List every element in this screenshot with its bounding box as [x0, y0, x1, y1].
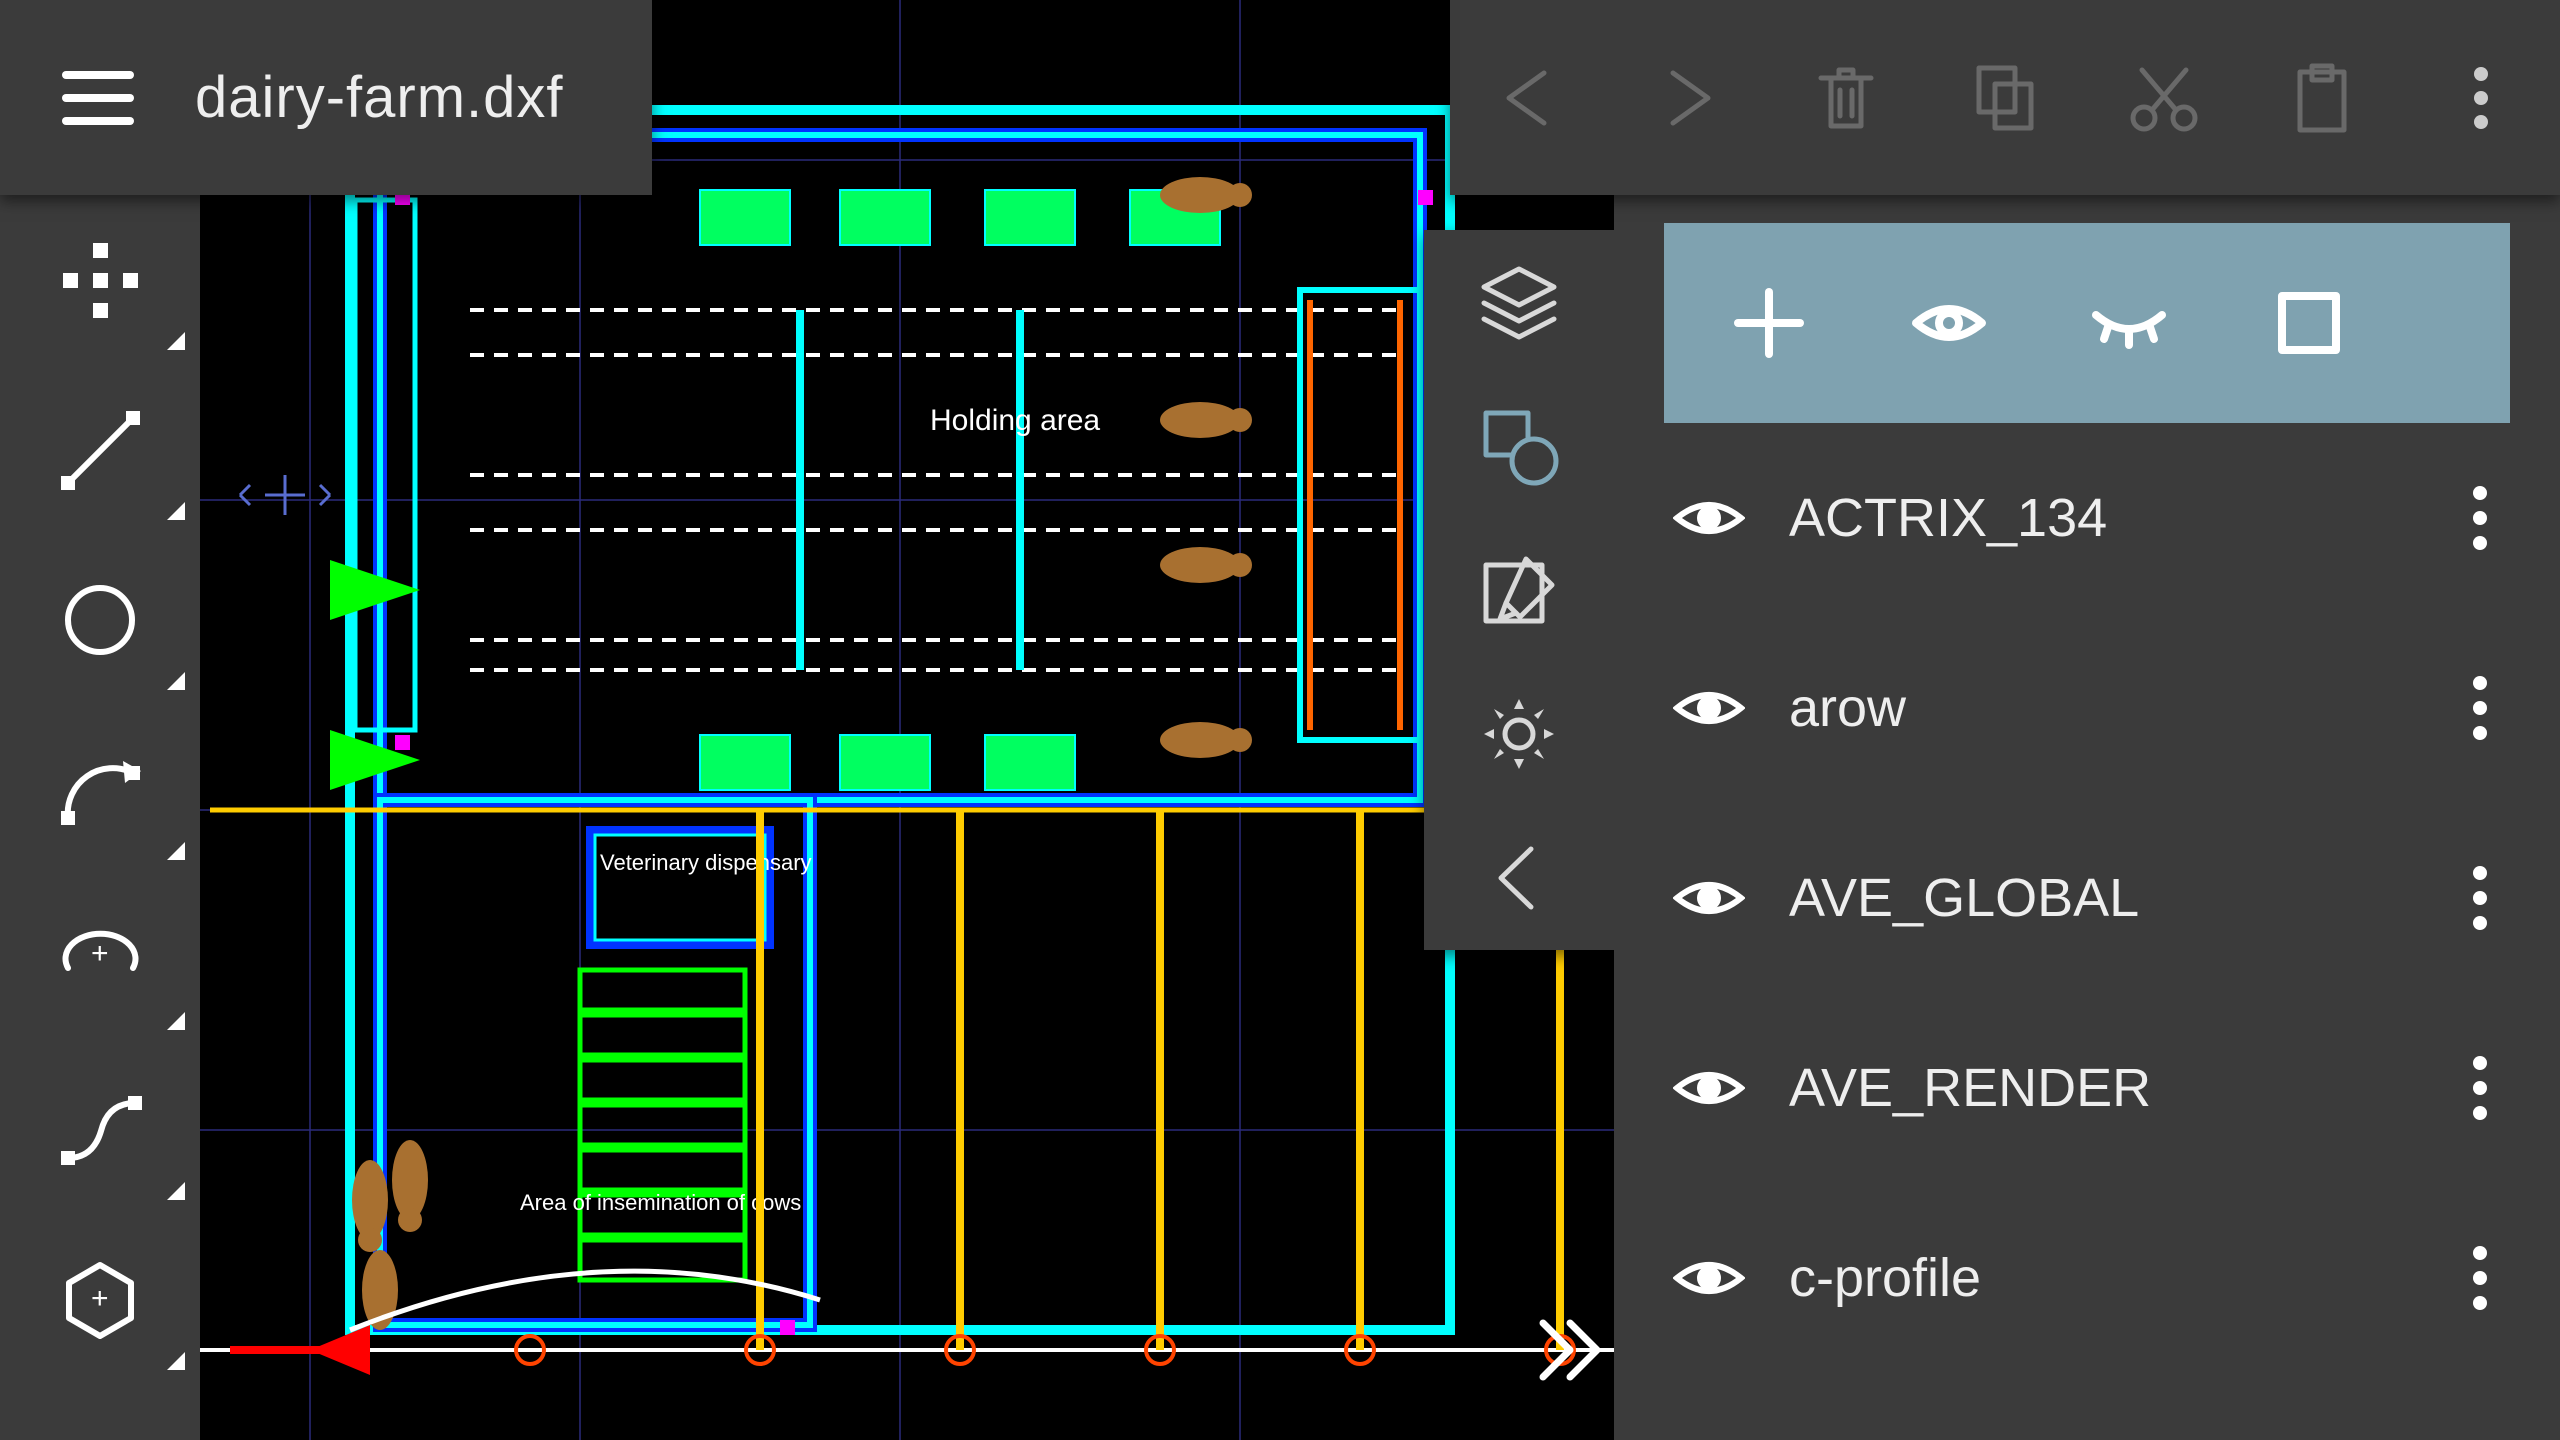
line-icon — [53, 403, 148, 498]
layer-name: AVE_RENDER — [1759, 1057, 2445, 1119]
settings-panel-button[interactable] — [1459, 674, 1579, 794]
collapse-panel-button[interactable] — [1459, 818, 1579, 938]
overflow-button[interactable] — [2416, 33, 2546, 163]
paste-button[interactable] — [2257, 33, 2387, 163]
copy-icon — [1965, 58, 2045, 138]
delete-button[interactable] — [1781, 33, 1911, 163]
undo-button[interactable] — [1464, 33, 1594, 163]
layer-visibility-toggle[interactable] — [1659, 1254, 1759, 1302]
building-walls — [330, 110, 1450, 1330]
select-layer-button[interactable] — [2254, 268, 2364, 378]
line-tool[interactable] — [0, 365, 200, 535]
layers-panel: ACTRIX_134 arow AVE_GLOBAL — [1614, 195, 2560, 1440]
hexagon-icon: + — [53, 1253, 148, 1348]
eye-closed-icon — [2090, 284, 2168, 362]
show-all-button[interactable] — [1894, 268, 2004, 378]
layer-visibility-toggle[interactable] — [1659, 874, 1759, 922]
square-icon — [2270, 284, 2348, 362]
layer-row[interactable]: c-profile — [1614, 1183, 2560, 1373]
edit-panel-button[interactable] — [1459, 530, 1579, 650]
layer-visibility-toggle[interactable] — [1659, 684, 1759, 732]
layer-options-button[interactable] — [2445, 863, 2515, 933]
arc-tool[interactable] — [0, 705, 200, 875]
circle-icon — [53, 573, 148, 668]
layers-panel-button[interactable] — [1459, 242, 1579, 362]
top-toolbar — [1450, 0, 2560, 195]
baseline — [200, 810, 1620, 1375]
eye-open-icon — [1673, 494, 1745, 542]
arrow-right-icon — [1648, 58, 1728, 138]
layer-options-button[interactable] — [2445, 1053, 2515, 1123]
layers-panel-header — [1664, 223, 2510, 423]
layer-name: arow — [1759, 677, 2445, 739]
layer-row[interactable]: AVE_GLOBAL — [1614, 803, 2560, 993]
layer-name: ACTRIX_134 — [1759, 487, 2445, 549]
kebab-icon — [2441, 58, 2521, 138]
eye-open-icon — [1910, 284, 1988, 362]
arc-icon — [53, 743, 148, 838]
kebab-icon — [2471, 483, 2489, 553]
blocks-panel-button[interactable] — [1459, 386, 1579, 506]
layers-list[interactable]: ACTRIX_134 arow AVE_GLOBAL — [1614, 423, 2560, 1440]
svg-text:+: + — [91, 937, 109, 970]
layer-name: AVE_GLOBAL — [1759, 867, 2445, 929]
layer-name: c-profile — [1759, 1247, 2445, 1309]
layer-row[interactable]: arow — [1614, 613, 2560, 803]
gear-icon — [1476, 691, 1562, 777]
eye-open-icon — [1673, 1254, 1745, 1302]
scissors-icon — [2124, 58, 2204, 138]
layer-row[interactable]: AVE_RENDER — [1614, 993, 2560, 1183]
eye-open-icon — [1673, 1064, 1745, 1112]
edit-icon — [1476, 547, 1562, 633]
label-holding-area: Holding area — [930, 404, 1100, 437]
hamburger-icon — [62, 69, 134, 127]
double-chevron-right-icon — [1525, 1305, 1615, 1395]
kebab-icon — [2471, 1243, 2489, 1313]
titlebar: dairy-farm.dxf — [0, 0, 652, 195]
spline-tool[interactable] — [0, 1045, 200, 1215]
file-title: dairy-farm.dxf — [195, 64, 564, 131]
arrow-left-icon — [1489, 58, 1569, 138]
ellipse-arc-icon: + — [53, 913, 148, 1008]
add-layer-button[interactable] — [1714, 268, 1824, 378]
expand-toolbar-button[interactable] — [1520, 1260, 1620, 1440]
kebab-icon — [2471, 1053, 2489, 1123]
clipboard-icon — [2282, 58, 2362, 138]
trash-icon — [1806, 58, 1886, 138]
layer-options-button[interactable] — [2445, 1243, 2515, 1313]
svg-text:+: + — [91, 1282, 109, 1315]
kebab-icon — [2471, 673, 2489, 743]
spline-icon — [53, 1083, 148, 1178]
hide-all-button[interactable] — [2074, 268, 2184, 378]
plus-icon — [1730, 284, 1808, 362]
shapes-icon — [1476, 403, 1562, 489]
layer-visibility-toggle[interactable] — [1659, 1064, 1759, 1112]
draw-toolbar: + + — [0, 195, 200, 1440]
eye-open-icon — [1673, 874, 1745, 922]
eye-open-icon — [1673, 684, 1745, 732]
move-tool[interactable] — [0, 195, 200, 365]
ellipse-arc-tool[interactable]: + — [0, 875, 200, 1045]
layers-icon — [1476, 259, 1562, 345]
kebab-icon — [2471, 863, 2489, 933]
label-veterinary: Veterinary dispensary — [600, 850, 812, 875]
circle-tool[interactable] — [0, 535, 200, 705]
chevron-left-icon — [1476, 835, 1562, 921]
move-icon — [53, 233, 148, 328]
panel-toolbar — [1424, 230, 1614, 950]
polygon-tool[interactable]: + — [0, 1215, 200, 1385]
layer-options-button[interactable] — [2445, 673, 2515, 743]
copy-button[interactable] — [1940, 33, 2070, 163]
menu-button[interactable] — [0, 0, 195, 195]
layer-row[interactable]: ACTRIX_134 — [1614, 423, 2560, 613]
layer-visibility-toggle[interactable] — [1659, 494, 1759, 542]
cut-button[interactable] — [2099, 33, 2229, 163]
layer-options-button[interactable] — [2445, 483, 2515, 553]
redo-button[interactable] — [1623, 33, 1753, 163]
